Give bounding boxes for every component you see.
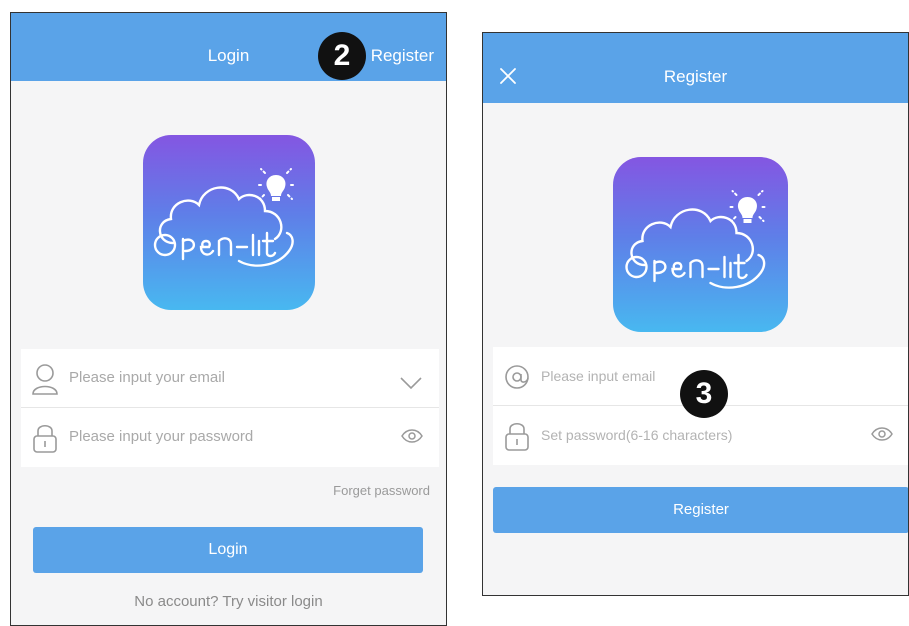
user-icon: [32, 364, 58, 395]
login-screen: Login Register Please input your email P…: [10, 12, 447, 626]
register-link[interactable]: Register: [371, 13, 434, 99]
eye-icon[interactable]: [871, 426, 893, 442]
register-header: Register: [483, 33, 908, 103]
register-title: Register: [663, 67, 728, 86]
step-3-badge: 3: [680, 370, 728, 418]
at-icon: [505, 365, 529, 389]
register-screen: Register Please input email Set password…: [482, 32, 909, 596]
app-logo: [613, 157, 788, 332]
password-placeholder: Please input your password: [69, 428, 254, 445]
forget-password-link[interactable]: Forget password: [333, 483, 430, 498]
lock-icon: [505, 422, 529, 451]
eye-icon[interactable]: [401, 428, 423, 444]
visitor-login-link[interactable]: No account? Try visitor login: [11, 593, 446, 610]
password-field[interactable]: Please input your password: [21, 408, 439, 466]
login-form: Please input your email Please input you…: [21, 349, 439, 467]
email-field[interactable]: Please input your email: [21, 349, 439, 408]
lightbulb-icon: [726, 190, 769, 223]
lightbulb-icon: [255, 168, 297, 201]
app-logo: [143, 135, 315, 310]
cloud-icon: [153, 168, 297, 267]
email-placeholder: Please input your email: [69, 369, 225, 386]
register-button[interactable]: Register: [493, 487, 908, 533]
login-button[interactable]: Login: [33, 527, 423, 573]
lock-icon: [33, 424, 57, 453]
chevron-down-icon[interactable]: [399, 375, 423, 391]
register-email-placeholder: Please input email: [541, 368, 656, 384]
cloud-icon: [625, 190, 769, 289]
step-2-badge: 2: [318, 32, 366, 80]
login-header: Login Register: [11, 13, 446, 81]
